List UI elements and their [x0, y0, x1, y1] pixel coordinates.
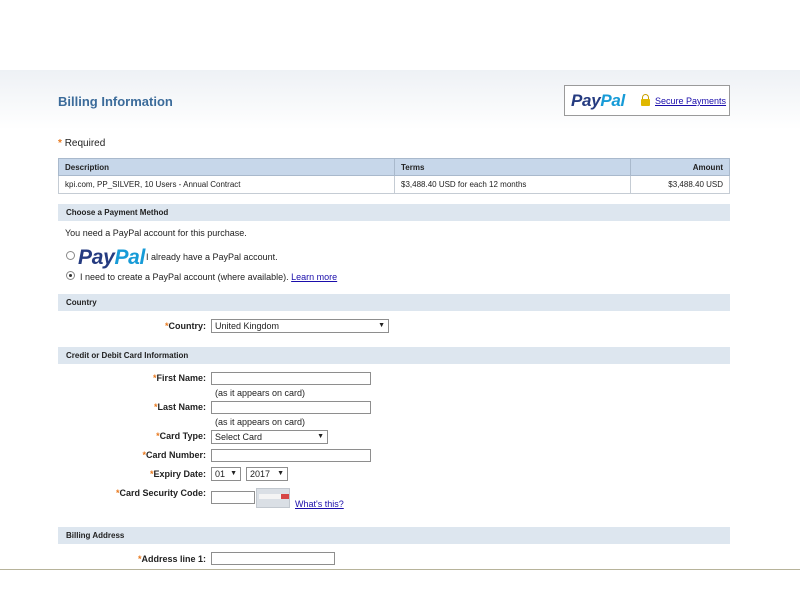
- first-name-label: *First Name:: [152, 373, 206, 383]
- table-row: kpi.com, PP_SILVER, 10 Users - Annual Co…: [58, 175, 730, 194]
- radio-create-account[interactable]: [66, 271, 75, 280]
- expiry-date-label: *Expiry Date:: [149, 469, 206, 479]
- column-header-amount: Amount: [630, 158, 730, 176]
- card-type-label: *Card Type:: [156, 431, 206, 441]
- order-description: kpi.com, PP_SILVER, 10 Users - Annual Co…: [58, 175, 395, 194]
- learn-more-link[interactable]: Learn more: [291, 272, 337, 282]
- column-header-terms: Terms: [394, 158, 631, 176]
- column-header-description: Description: [58, 158, 395, 176]
- expiry-year-select[interactable]: 2017 ▼: [246, 467, 288, 481]
- paypal-logo: PayPal: [571, 91, 625, 110]
- page-title: Billing Information: [58, 94, 173, 109]
- security-code-label: *Card Security Code:: [115, 488, 206, 498]
- card-type-select[interactable]: Select Card ▼: [211, 430, 328, 444]
- order-amount: $3,488.40 USD: [630, 175, 730, 194]
- card-security-code-icon: [256, 488, 290, 508]
- order-terms: $3,488.40 USD for each 12 months: [394, 175, 631, 194]
- section-header-country: Country: [58, 294, 730, 311]
- radio-existing-account[interactable]: [66, 251, 75, 260]
- payment-intro-text: You need a PayPal account for this purch…: [65, 228, 247, 238]
- chevron-down-icon: ▼: [230, 470, 237, 477]
- first-name-hint: (as it appears on card): [215, 388, 306, 398]
- last-name-hint: (as it appears on card): [215, 417, 306, 427]
- order-summary-table: Description Terms Amount kpi.com, PP_SIL…: [58, 158, 730, 194]
- required-star: *: [58, 138, 62, 149]
- paypal-secure-badge: PayPal Secure Payments: [564, 85, 730, 116]
- card-number-field[interactable]: [211, 449, 371, 462]
- whats-this-link[interactable]: What's this?: [295, 499, 344, 509]
- first-name-field[interactable]: [211, 372, 371, 385]
- last-name-field[interactable]: [211, 401, 371, 414]
- paypal-logo-large: PayPal: [78, 246, 146, 269]
- security-code-field[interactable]: [211, 491, 255, 504]
- secure-payments-link[interactable]: Secure Payments: [655, 96, 726, 106]
- country-label: *Country:: [164, 321, 206, 331]
- last-name-label: *Last Name:: [153, 402, 206, 412]
- address-line-1-field[interactable]: [211, 552, 335, 565]
- chevron-down-icon: ▼: [378, 322, 385, 329]
- expiry-month-select[interactable]: 01 ▼: [211, 467, 241, 481]
- table-header-row: Description Terms Amount: [58, 158, 730, 176]
- bottom-divider: [0, 569, 800, 570]
- top-blank-area: [0, 0, 800, 70]
- card-number-label: *Card Number:: [142, 450, 206, 460]
- section-header-payment-method: Choose a Payment Method: [58, 204, 730, 221]
- section-header-card-info: Credit or Debit Card Information: [58, 347, 730, 364]
- required-note: * Required: [58, 138, 106, 149]
- chevron-down-icon: ▼: [277, 470, 284, 477]
- chevron-down-icon: ▼: [317, 433, 324, 440]
- address-line-1-label: *Address line 1:: [137, 554, 206, 564]
- section-header-billing-address: Billing Address: [58, 527, 730, 544]
- option-existing-label: I already have a PayPal account.: [146, 252, 278, 262]
- country-select[interactable]: United Kingdom ▼: [211, 319, 389, 333]
- option-create-text: I need to create a PayPal account (where…: [80, 272, 338, 282]
- lock-icon: [641, 94, 650, 106]
